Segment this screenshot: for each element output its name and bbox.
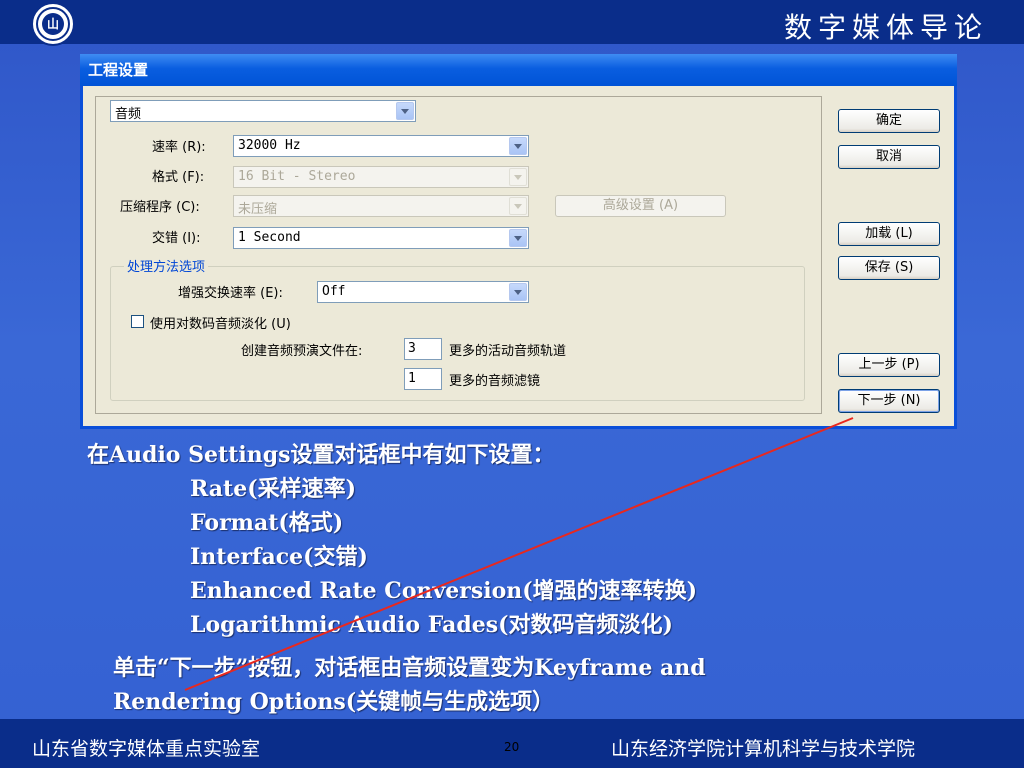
chevron-down-icon xyxy=(509,197,527,215)
annotation-intro: 在Audio Settings设置对话框中有如下设置： xyxy=(87,442,555,468)
ok-button[interactable]: 确定 xyxy=(838,109,940,133)
slide-title: 数字媒体导论 xyxy=(783,11,988,44)
annotation-outro-line2: Rendering Options(关键帧与生成选项） xyxy=(113,689,555,715)
active-tracks-label: 更多的活动音频轨道 xyxy=(449,344,567,359)
next-button[interactable]: 下一步 (N) xyxy=(838,389,940,413)
compressor-select: 未压缩 xyxy=(233,195,529,217)
save-button[interactable]: 保存 (S) xyxy=(838,256,940,280)
compressor-value: 未压缩 xyxy=(238,202,278,217)
chevron-down-icon[interactable] xyxy=(509,229,527,247)
annotation-item: Rate(采样速率) xyxy=(190,476,357,502)
category-select[interactable]: 音频 xyxy=(110,100,416,122)
rate-select[interactable]: 32000 Hz xyxy=(233,135,529,157)
format-select: 16 Bit - Stereo xyxy=(233,166,529,188)
preview-file-label: 创建音频预演文件在: xyxy=(241,344,363,359)
enhanced-rate-label: 增强交换速率 (E): xyxy=(178,286,283,301)
cancel-button[interactable]: 取消 xyxy=(838,145,940,169)
rate-value: 32000 Hz xyxy=(238,138,301,153)
audio-filters-input[interactable]: 1 xyxy=(404,368,442,390)
page-number: 20 xyxy=(504,740,520,754)
university-seal-icon: 山 xyxy=(31,2,75,46)
audio-filters-label: 更多的音频滤镜 xyxy=(449,374,541,389)
annotation-item: Format(格式) xyxy=(190,510,344,536)
rate-label: 速率 (R): xyxy=(152,140,206,155)
annotation-item: Logarithmic Audio Fades(对数码音频淡化) xyxy=(190,612,673,638)
chevron-down-icon[interactable] xyxy=(509,283,527,301)
log-fades-label[interactable]: 使用对数码音频淡化 (U) xyxy=(150,313,291,332)
footer-right: 山东经济学院计算机科学与技术学院 xyxy=(611,738,916,760)
interleave-label: 交错 (I): xyxy=(152,231,201,246)
seal-mark: 山 xyxy=(42,13,64,35)
annotation-item: Interface(交错) xyxy=(190,544,368,570)
format-label: 格式 (F): xyxy=(152,170,205,185)
interleave-value: 1 Second xyxy=(238,230,301,245)
load-button[interactable]: 加载 (L) xyxy=(838,222,940,246)
format-value: 16 Bit - Stereo xyxy=(238,169,356,184)
enhanced-rate-value: Off xyxy=(322,284,346,299)
chevron-down-icon xyxy=(509,168,527,186)
processing-options-label: 处理方法选项 xyxy=(124,256,209,275)
annotation-outro-line1: 单击“下一步”按钮，对话框由音频设置变为Keyframe and xyxy=(113,655,706,681)
footer-left: 山东省数字媒体重点实验室 xyxy=(32,738,261,760)
chevron-down-icon[interactable] xyxy=(509,137,527,155)
active-tracks-input[interactable]: 3 xyxy=(404,338,442,360)
category-value: 音频 xyxy=(115,107,142,122)
dialog-title: 工程设置 xyxy=(80,54,957,86)
compressor-label: 压缩程序 (C): xyxy=(120,200,200,215)
log-fades-checkbox[interactable] xyxy=(131,315,144,328)
advanced-settings-button: 高级设置 (A) xyxy=(555,195,726,217)
enhanced-rate-select[interactable]: Off xyxy=(317,281,529,303)
chevron-down-icon[interactable] xyxy=(396,102,414,120)
prev-button[interactable]: 上一步 (P) xyxy=(838,353,940,377)
annotation-item: Enhanced Rate Conversion(增强的速率转换) xyxy=(190,578,698,604)
interleave-select[interactable]: 1 Second xyxy=(233,227,529,249)
